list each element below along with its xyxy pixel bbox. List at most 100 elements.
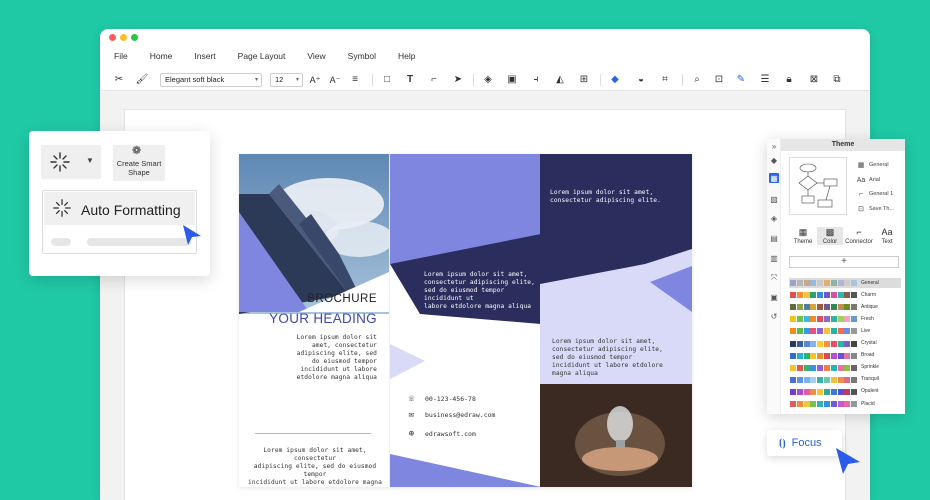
- shape-style-icon[interactable]: ◒: [634, 73, 648, 87]
- palette-row[interactable]: Crystal: [789, 339, 901, 349]
- palette-row[interactable]: General: [789, 278, 901, 288]
- palette-swatch: [803, 316, 810, 323]
- palette-swatch: [817, 328, 824, 335]
- layers-icon[interactable]: ◈: [769, 213, 779, 223]
- fill-color-icon[interactable]: ◆: [608, 73, 622, 87]
- sparkle-dropdown-button[interactable]: ▼: [41, 145, 101, 179]
- palette-row[interactable]: Opulent: [789, 387, 901, 397]
- create-smart-shape-label: Create Smart Shape: [116, 159, 162, 177]
- create-smart-shape-button[interactable]: ❁ Create Smart Shape: [113, 145, 165, 181]
- distribute-icon[interactable]: ⊞: [577, 73, 591, 87]
- menu-home[interactable]: Home: [150, 51, 173, 65]
- palette-row[interactable]: Live: [789, 326, 901, 336]
- palette-swatch: [796, 352, 803, 359]
- image-icon[interactable]: ▨: [769, 194, 779, 204]
- brochure-heading: YOUR HEADING: [269, 311, 377, 326]
- palette-swatch: [796, 316, 803, 323]
- palette-swatch: [790, 340, 796, 347]
- cut-icon[interactable]: ✂: [112, 73, 126, 87]
- flip-icon[interactable]: ◭: [553, 73, 567, 87]
- font-family-select[interactable]: Elegant soft black ▾: [160, 73, 262, 87]
- page-icon[interactable]: ▤: [769, 233, 779, 243]
- palette-row[interactable]: Sprinkle: [789, 363, 901, 373]
- group-icon[interactable]: ▣: [505, 73, 519, 87]
- palette-row[interactable]: Antique: [789, 302, 901, 312]
- auto-formatting-button[interactable]: Auto Formatting: [44, 192, 195, 225]
- palette-swatch: [790, 328, 796, 335]
- menu-bar: File Home Insert Page Layout View Symbol…: [114, 51, 416, 65]
- theme-option-arial[interactable]: Aa Arial: [857, 176, 880, 184]
- expand-icon[interactable]: ⤧: [769, 273, 779, 283]
- collapse-icon[interactable]: »: [769, 141, 779, 151]
- text-icon[interactable]: T: [403, 73, 417, 87]
- format-painter-icon[interactable]: 🖌: [135, 73, 149, 87]
- fill-icon[interactable]: ◆: [769, 155, 779, 165]
- present-icon[interactable]: ▣: [769, 292, 779, 302]
- increase-font-icon[interactable]: A⁺: [308, 73, 322, 87]
- line-color-icon[interactable]: ✎: [734, 73, 748, 87]
- close-window-button[interactable]: [109, 34, 116, 41]
- brochure[interactable]: BROCHURE YOUR HEADING Lorem ipsum dolor …: [239, 154, 692, 487]
- maximize-window-button[interactable]: [131, 34, 138, 41]
- line-style-icon[interactable]: ☰: [758, 73, 772, 87]
- font-size-select[interactable]: 12 ▾: [270, 73, 303, 87]
- palette-row[interactable]: Charm: [789, 290, 901, 300]
- decrease-font-icon[interactable]: A⁻: [328, 73, 342, 87]
- brochure-panel-left[interactable]: BROCHURE YOUR HEADING Lorem ipsum dolor …: [239, 154, 389, 487]
- more-options-icon[interactable]: ⧉: [830, 73, 844, 87]
- palette-swatch: [824, 292, 830, 299]
- palette-swatch: [796, 304, 803, 311]
- palette-swatch: [824, 340, 830, 347]
- theme-option-general[interactable]: ▦ General: [857, 161, 889, 169]
- theme-icon[interactable]: ▦: [769, 173, 779, 183]
- palette-swatch: [851, 280, 858, 286]
- rectangle-icon[interactable]: □: [380, 73, 394, 87]
- palette-row[interactable]: Tranquil: [789, 375, 901, 385]
- menu-symbol[interactable]: Symbol: [348, 51, 376, 65]
- menu-page-layout[interactable]: Page Layout: [238, 51, 286, 65]
- save-theme-option[interactable]: ⊡ Save Th...: [857, 205, 894, 213]
- palette-swatch: [817, 352, 824, 359]
- palette-swatch: [817, 292, 824, 299]
- tab-color[interactable]: ▩ Color: [817, 227, 843, 245]
- crop-icon[interactable]: ⌗: [658, 73, 672, 87]
- palette-swatch: [824, 376, 830, 383]
- focus-button[interactable]: ⦗⦘ Focus: [767, 430, 842, 456]
- history-icon[interactable]: ↺: [769, 311, 779, 321]
- minimize-window-button[interactable]: [120, 34, 127, 41]
- pointer-icon[interactable]: ➤: [451, 73, 465, 87]
- palette-name: Opulent: [861, 388, 879, 395]
- brochure-panel-right[interactable]: Lorem ipsum dolor sit amet, consectetur a…: [540, 154, 692, 487]
- palette-row[interactable]: Fresh: [789, 314, 901, 324]
- menu-insert[interactable]: Insert: [194, 51, 215, 65]
- divider-line: [255, 433, 371, 434]
- tab-text[interactable]: Aa Text: [874, 227, 900, 245]
- cursor-icon: [836, 448, 860, 474]
- smart-shape-panel: ▼ ❁ Create Smart Shape Auto Formatting: [29, 131, 210, 276]
- layers-icon[interactable]: ◈: [481, 73, 495, 87]
- palette-swatch: [851, 340, 858, 347]
- data-icon[interactable]: ▥: [769, 253, 779, 263]
- align-icon[interactable]: ≡: [348, 73, 362, 87]
- menu-view[interactable]: View: [307, 51, 325, 65]
- search-icon[interactable]: ⌕: [690, 73, 704, 87]
- add-palette-button[interactable]: +: [789, 256, 899, 268]
- palette-swatch: [810, 292, 817, 299]
- align-objects-icon[interactable]: ⫞: [529, 73, 543, 87]
- delete-icon[interactable]: ⊠: [807, 73, 821, 87]
- tab-theme[interactable]: ▦ Theme: [790, 227, 816, 245]
- palette-swatch: [803, 328, 810, 335]
- connector-icon[interactable]: ⌐: [427, 73, 441, 87]
- palette-row[interactable]: Placid: [789, 399, 901, 409]
- theme-option-general-1[interactable]: ⌐ General 1: [857, 190, 893, 198]
- lock-icon[interactable]: 🔒︎: [782, 73, 796, 87]
- menu-file[interactable]: File: [114, 51, 128, 65]
- menu-help[interactable]: Help: [398, 51, 415, 65]
- palette-row[interactable]: Broad: [789, 351, 901, 361]
- find-replace-icon[interactable]: ⊡: [712, 73, 726, 87]
- save-icon: ⊡: [858, 206, 864, 213]
- tab-connector[interactable]: ⌐ Connector: [844, 227, 874, 245]
- brochure-panel-center[interactable]: Lorem ipsum dolor sit amet, consectetur a…: [389, 154, 541, 487]
- palette-swatch: [796, 364, 803, 371]
- palette-swatch: [790, 352, 796, 359]
